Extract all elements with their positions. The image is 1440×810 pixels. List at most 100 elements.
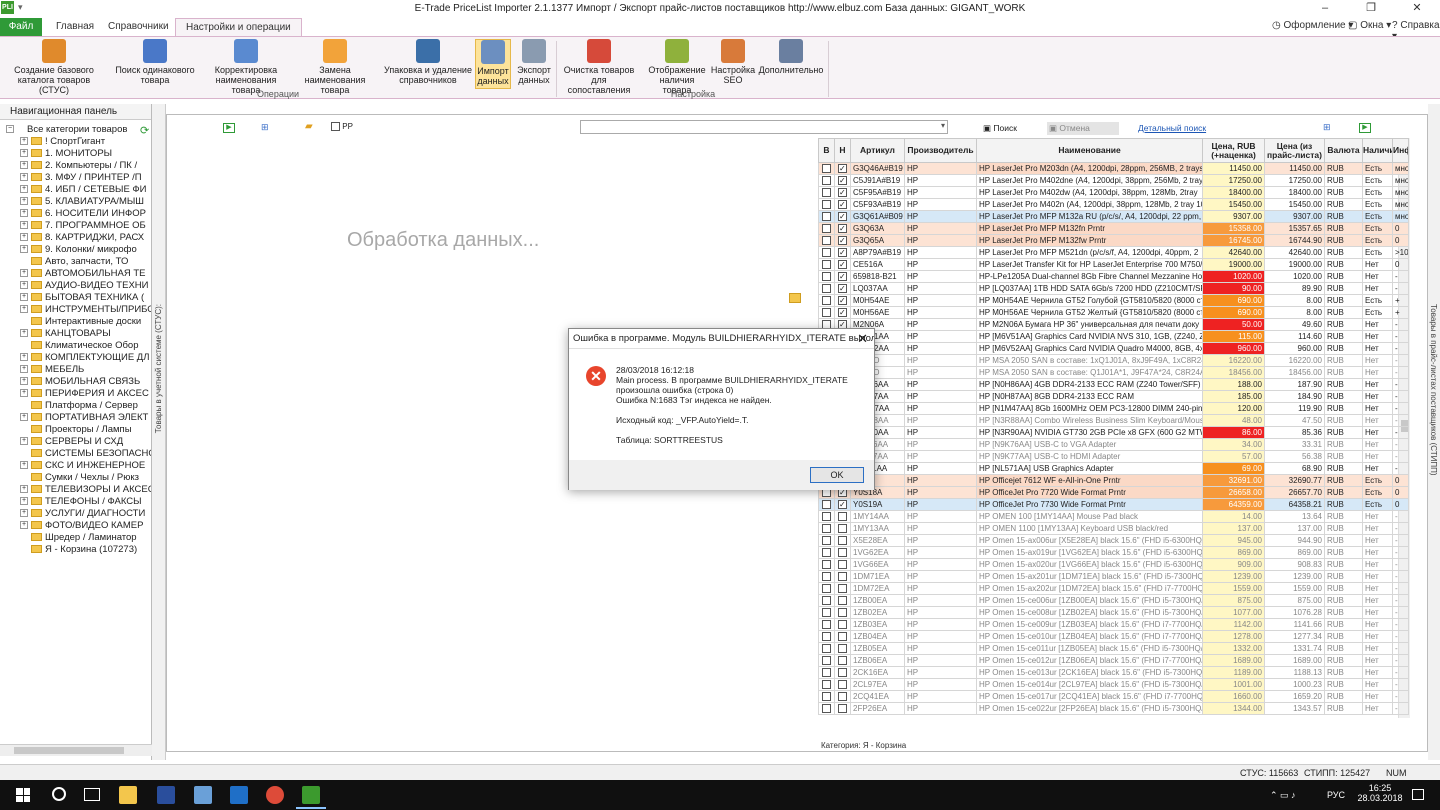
include-checkbox-cell[interactable] <box>834 210 851 223</box>
column-header[interactable]: Наличие <box>1362 138 1393 163</box>
row-checkbox[interactable] <box>838 284 847 294</box>
row-checkbox[interactable] <box>822 248 831 258</box>
column-header[interactable]: Валюта <box>1324 138 1363 163</box>
row-checkbox[interactable] <box>822 572 831 582</box>
table-row[interactable]: C5J91A#B19HPHP LaserJet Pro M402dne (A4,… <box>818 174 1409 187</box>
select-checkbox-cell[interactable] <box>818 270 835 283</box>
select-checkbox-cell[interactable] <box>818 618 835 631</box>
expand-icon[interactable]: + <box>20 461 28 470</box>
row-checkbox[interactable] <box>838 608 847 618</box>
play-icon[interactable]: ▶ <box>223 123 235 133</box>
export-icon[interactable]: ▶ <box>1359 123 1371 133</box>
row-checkbox[interactable] <box>822 176 831 186</box>
select-checkbox-cell[interactable] <box>818 222 835 235</box>
select-checkbox-cell[interactable] <box>818 642 835 655</box>
include-checkbox-cell[interactable] <box>834 222 851 235</box>
select-checkbox-cell[interactable] <box>818 234 835 247</box>
row-checkbox[interactable] <box>822 272 831 282</box>
table-row[interactable]: 1VG62EA HP HP Omen 15-ax019ur [1VG62EA] bl… <box>818 546 1409 559</box>
expand-icon[interactable]: + <box>20 173 28 182</box>
tree-item[interactable]: + СЕРВЕРЫ И СХД <box>4 436 151 448</box>
table-row[interactable]: N9K77AAHPHP [N9K77AA] USB-C to HDMI Adap… <box>818 450 1409 463</box>
table-row[interactable]: C5F95A#B19HPHP LaserJet Pro M402dw (A4, … <box>818 186 1409 199</box>
maximize-button[interactable]: ❐ <box>1348 0 1394 16</box>
row-checkbox[interactable] <box>822 164 831 174</box>
row-checkbox[interactable] <box>822 212 831 222</box>
column-header[interactable]: Цена (из прайс-листа) <box>1264 138 1325 163</box>
select-checkbox-cell[interactable] <box>818 522 835 535</box>
include-checkbox-cell[interactable] <box>834 690 851 703</box>
table-row[interactable]: G3Q65AHPHP LaserJet Pro MFP M132fw Prntr… <box>818 234 1409 247</box>
tree-item[interactable]: +9. Колонки/ микрофо <box>4 244 151 256</box>
include-checkbox-cell[interactable] <box>834 186 851 199</box>
row-checkbox[interactable] <box>838 704 847 714</box>
include-checkbox-cell[interactable] <box>834 654 851 667</box>
column-header[interactable]: Наименование <box>976 138 1203 163</box>
row-checkbox[interactable] <box>822 692 831 702</box>
select-checkbox-cell[interactable] <box>818 282 835 295</box>
tree-item[interactable]: + БЫТОВАЯ ТЕХНИКА ( <box>4 292 151 304</box>
row-checkbox[interactable] <box>822 560 831 570</box>
expand-icon[interactable]: + <box>20 329 28 338</box>
row-checkbox[interactable] <box>838 668 847 678</box>
tab-settings-operations[interactable]: Настройки и операции <box>175 18 302 36</box>
language-indicator[interactable]: РУС <box>1327 790 1345 800</box>
nav-horizontal-scrollbar[interactable] <box>0 744 152 756</box>
ribbon-button-database-pack[interactable]: Упаковка и удаление справочников <box>384 39 472 89</box>
tree-item[interactable]: Проекторы / Лампы <box>4 424 151 436</box>
include-checkbox-cell[interactable] <box>834 606 851 619</box>
include-checkbox-cell[interactable] <box>834 642 851 655</box>
expand-icon[interactable]: + <box>20 437 28 446</box>
tree-item[interactable]: Шредер / Ламинатор <box>4 532 151 544</box>
column-header[interactable]: Цена, RUB (+наценка) <box>1202 138 1265 163</box>
select-checkbox-cell[interactable] <box>818 702 835 715</box>
ribbon-button-edit-name[interactable]: Корректировка наименования товара <box>206 39 286 95</box>
tree-item[interactable]: + УСЛУГИ/ ДИАГНОСТИ <box>4 508 151 520</box>
table-row[interactable]: 2CQ41EA HP HP Omen 15-ce017ur [2CQ41EA] bl… <box>818 690 1409 703</box>
close-window-button[interactable]: ✕ <box>1394 0 1440 16</box>
search-input[interactable]: ▾ <box>580 120 948 134</box>
expand-icon[interactable]: + <box>20 497 28 506</box>
table-row[interactable]: 1MY13AA HP HP OMEN 1100 [1MY13AA] Keyboard… <box>818 522 1409 535</box>
row-checkbox[interactable] <box>838 176 847 186</box>
table-row[interactable]: N3R88AAHPHP [N3R88AA] Combo Wireless Bus… <box>818 414 1409 427</box>
include-checkbox-cell[interactable] <box>834 630 851 643</box>
table-row[interactable]: HPHP Officejet 7612 WF e-All-in-One Prnt… <box>818 474 1409 487</box>
tree-item[interactable]: Я - Корзина (107273) <box>4 544 151 556</box>
cancel-button[interactable]: ▣ Отмена <box>1047 122 1119 135</box>
tree-item[interactable]: + АВТОМОБИЛЬНАЯ ТЕ <box>4 268 151 280</box>
row-checkbox[interactable] <box>822 704 831 714</box>
row-checkbox[interactable] <box>838 188 847 198</box>
row-checkbox[interactable] <box>838 536 847 546</box>
table-row[interactable]: 1ZB05EA HP HP Omen 15-ce011ur [1ZB05EA] bl… <box>818 642 1409 655</box>
include-checkbox-cell[interactable] <box>834 558 851 571</box>
table-row[interactable]: 1DM71EA HP HP Omen 15-ax201ur [1DM71EA] bl… <box>818 570 1409 583</box>
tree-item[interactable]: Интерактивные доски <box>4 316 151 328</box>
expand-icon[interactable]: + <box>20 353 28 362</box>
expand-icon[interactable]: + <box>20 293 28 302</box>
tree-item[interactable]: Платформа / Сервер <box>4 400 151 412</box>
tree-item[interactable]: СИСТЕМЫ БЕЗОПАСНО <box>4 448 151 460</box>
expand-icon[interactable]: + <box>20 221 28 230</box>
expand-icon[interactable]: + <box>20 365 28 374</box>
row-checkbox[interactable] <box>838 560 847 570</box>
minimize-button[interactable]: – <box>1302 0 1348 16</box>
table-row[interactable]: 2CL97EA HP HP Omen 15-ce014ur [2CL97EA] bl… <box>818 678 1409 691</box>
select-checkbox-cell[interactable] <box>818 558 835 571</box>
app-icon-2[interactable] <box>157 786 175 804</box>
folder-icon[interactable] <box>789 293 801 303</box>
expand-icon[interactable]: + <box>20 149 28 158</box>
tree-item[interactable]: +3. МФУ / ПРИНТЕР /П <box>4 172 151 184</box>
include-checkbox-cell[interactable] <box>834 246 851 259</box>
select-checkbox-cell[interactable] <box>818 162 835 175</box>
stus-side-strip[interactable]: Товары в учетной системе (СТУС): <box>152 104 166 760</box>
table-row[interactable]: C5F93A#B19HPHP LaserJet Pro M402n (A4, 1… <box>818 198 1409 211</box>
tree-item[interactable]: Сумки / Чехлы / Рюкз <box>4 472 151 484</box>
select-checkbox-cell[interactable] <box>818 186 835 199</box>
tree-root[interactable]: − Все категории товаров <box>4 124 151 136</box>
ribbon-button-availability[interactable]: Отображение наличия товара <box>646 39 708 95</box>
table-row[interactable]: M2N06AHPHP M2N06A Бумага HP 36" универса… <box>818 318 1409 331</box>
row-checkbox[interactable] <box>838 236 847 246</box>
include-checkbox-cell[interactable] <box>834 522 851 535</box>
tree-item[interactable]: +1. МОНИТОРЫ <box>4 148 151 160</box>
